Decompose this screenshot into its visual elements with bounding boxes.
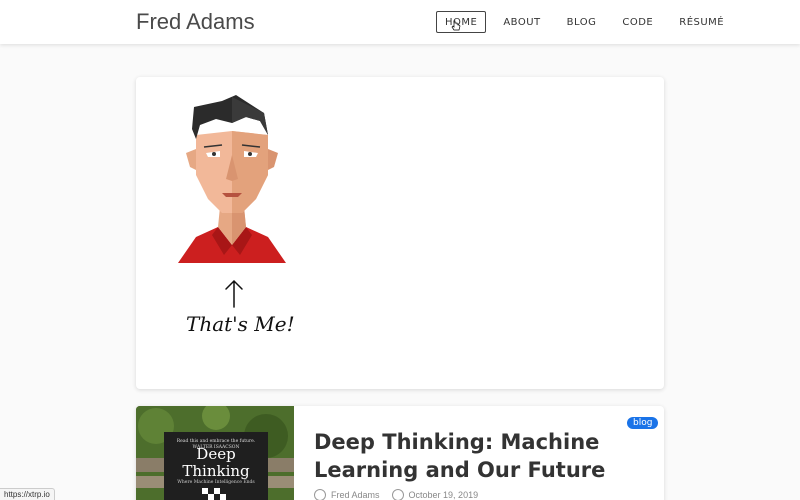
blog-post-card[interactable]: Read this and embrace the future. WALTER… [136, 406, 664, 500]
post-thumbnail[interactable]: Read this and embrace the future. WALTER… [136, 406, 294, 500]
top-navbar: Fred Adams HOME ABOUT BLOG CODE RÉSUMÉ [0, 0, 800, 44]
svg-text:Deep: Deep [196, 445, 235, 463]
nav-code[interactable]: CODE [613, 11, 662, 33]
hand-cursor-icon [451, 20, 461, 31]
svg-text:Thinking: Thinking [182, 462, 250, 480]
nav-about[interactable]: ABOUT [494, 11, 549, 33]
site-brand[interactable]: Fred Adams [136, 9, 255, 35]
user-icon [314, 489, 326, 500]
nav-home[interactable]: HOME [436, 11, 487, 33]
svg-text:Where Machine Intelligence End: Where Machine Intelligence Ends [177, 479, 255, 485]
hero-card: That's Me! [136, 77, 664, 389]
status-bar-url: https://xtrp.io [0, 488, 55, 500]
thats-me-caption: That's Me! [186, 279, 294, 336]
clock-icon [391, 489, 404, 500]
post-date: October 19, 2019 [408, 490, 479, 500]
svg-text:Read this and embrace the futu: Read this and embrace the future. [177, 438, 256, 444]
book-cover-photo: Read this and embrace the future. WALTER… [136, 406, 294, 500]
post-title[interactable]: Deep Thinking: Machine Learning and Our … [314, 428, 634, 484]
nav-blog[interactable]: BLOG [558, 11, 606, 33]
main-nav: HOME ABOUT BLOG CODE RÉSUMÉ [436, 11, 741, 33]
post-meta: Fred Adams October 19, 2019 [314, 489, 490, 500]
nav-resume[interactable]: RÉSUMÉ [670, 11, 733, 33]
avatar-illustration [178, 95, 286, 263]
post-author: Fred Adams [331, 490, 380, 500]
svg-text:That's Me!: That's Me! [186, 312, 294, 336]
